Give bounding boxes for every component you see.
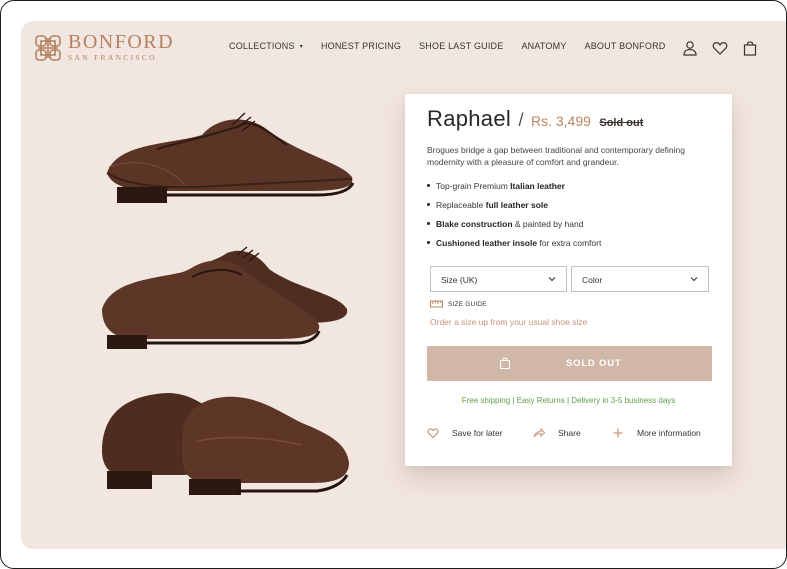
sold-out-label: SOLD OUT	[566, 358, 622, 369]
nav-item-honest-pricing[interactable]: HONEST PRICING	[321, 41, 401, 51]
product-card: Raphael / Rs. 3,499 Sold out Brogues bri…	[405, 94, 732, 466]
size-select-value: Size (UK)	[441, 275, 478, 285]
nav-item-shoe-last-guide[interactable]: SHOE LAST GUIDE	[419, 41, 503, 51]
feature-highlight: Blake construction	[436, 219, 513, 229]
chevron-down-icon	[548, 277, 556, 282]
share-label: Share	[558, 428, 581, 438]
save-for-later-label: Save for later	[452, 428, 503, 438]
product-description: Brogues bridge a gap between traditional…	[427, 145, 686, 167]
product-price: Rs. 3,499	[530, 113, 591, 129]
heart-icon[interactable]	[712, 40, 728, 56]
shopping-bag-icon[interactable]	[742, 40, 758, 56]
feature-item: Blake construction & painted by hand	[427, 219, 601, 229]
nav-item-anatomy[interactable]: ANATOMY	[521, 41, 566, 51]
heart-icon	[427, 428, 439, 439]
shoe-pair-rear-view[interactable]	[97, 383, 359, 495]
sold-out-button[interactable]: SOLD OUT	[427, 346, 712, 381]
shipping-note: Free shipping | Easy Returns | Delivery …	[461, 396, 676, 405]
size-note: Order a size up from your usual shoe siz…	[430, 317, 588, 327]
feature-text: Top-grain Premium	[436, 181, 511, 191]
product-actions: Save for later Share More information	[427, 427, 717, 443]
brand-name: BONFORD	[68, 31, 175, 53]
ruler-icon	[430, 300, 443, 308]
feature-text: & painted by hand	[512, 219, 584, 229]
nav-item-collections[interactable]: COLLECTIONS ▾	[229, 41, 303, 51]
feature-highlight: Italian leather	[510, 181, 565, 191]
window-frame: BONFORD SAN FRANCISCO COLLECTIONS ▾ HONES…	[0, 0, 787, 569]
shoe-side-view[interactable]	[97, 95, 359, 205]
color-select-value: Color	[582, 275, 603, 285]
more-information-button[interactable]: More information	[612, 427, 701, 439]
logo-knot-icon	[35, 34, 61, 61]
nav-item-label: COLLECTIONS	[229, 41, 295, 51]
stock-status: Sold out	[599, 117, 644, 129]
nav-item-about-bonford[interactable]: ABOUT BONFORD	[585, 41, 666, 51]
product-name: Raphael	[427, 106, 512, 131]
feature-highlight: Cushioned leather insole	[436, 238, 538, 248]
product-title-row: Raphael / Rs. 3,499 Sold out	[427, 106, 643, 132]
brand-tagline: SAN FRANCISCO	[68, 53, 157, 62]
feature-highlight: full leather sole	[485, 200, 548, 210]
feature-list: Top-grain Premium Italian leather Replac…	[427, 181, 601, 257]
chevron-down-icon	[690, 277, 698, 282]
brand-logo[interactable]: BONFORD SAN FRANCISCO	[34, 31, 175, 62]
feature-item: Replaceable full leather sole	[427, 200, 601, 210]
feature-item: Top-grain Premium Italian leather	[427, 181, 601, 191]
shoe-pair-front-view[interactable]	[97, 239, 359, 351]
user-icon[interactable]	[682, 40, 698, 56]
size-select[interactable]: Size (UK)	[430, 266, 567, 292]
color-select[interactable]: Color	[571, 266, 709, 292]
product-page: BONFORD SAN FRANCISCO COLLECTIONS ▾ HONES…	[21, 21, 786, 549]
shopping-bag-icon	[500, 357, 510, 369]
size-guide-label: SIZE GUIDE	[448, 300, 487, 308]
main-nav: COLLECTIONS ▾ HONEST PRICING SHOE LAST GU…	[229, 41, 683, 51]
save-for-later-button[interactable]: Save for later	[427, 427, 503, 439]
feature-text: for extra comfort	[537, 238, 602, 248]
more-information-label: More information	[637, 428, 701, 438]
feature-item: Cushioned leather insole for extra comfo…	[427, 238, 602, 248]
share-arrow-icon	[533, 427, 545, 438]
feature-text: Replaceable	[436, 200, 486, 210]
title-separator: /	[518, 110, 524, 130]
size-guide-link[interactable]: SIZE GUIDE	[430, 300, 487, 308]
header-icons	[682, 40, 772, 56]
plus-icon	[613, 428, 623, 438]
caret-down-icon: ▾	[299, 44, 303, 50]
share-button[interactable]: Share	[533, 427, 581, 439]
